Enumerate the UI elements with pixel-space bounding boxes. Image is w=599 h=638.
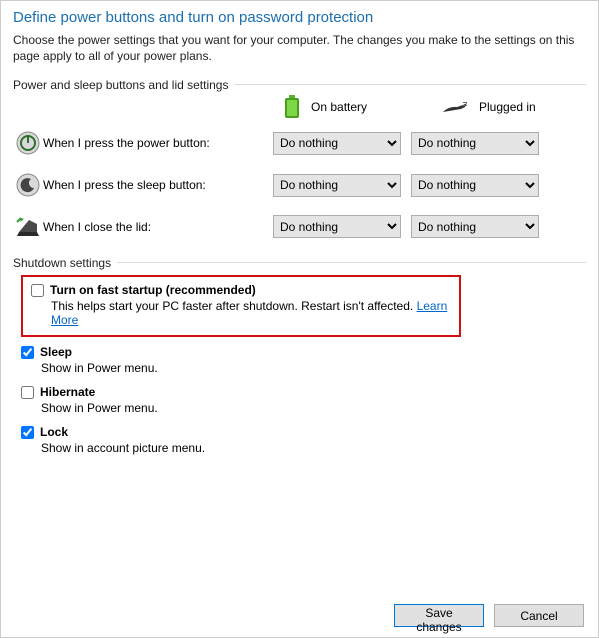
fast-startup-desc: This helps start your PC faster after sh… <box>51 299 451 327</box>
lid-label: When I close the lid: <box>43 220 273 234</box>
power-button-plugged-select[interactable]: Do nothing <box>411 132 539 155</box>
sleep-button-row: When I press the sleep button: Do nothin… <box>13 173 586 197</box>
power-button-battery-select[interactable]: Do nothing <box>273 132 401 155</box>
sleep-icon <box>13 173 43 197</box>
save-changes-button[interactable]: Save changes <box>394 604 484 627</box>
power-button-label: When I press the power button: <box>43 136 273 150</box>
section1-legend: Power and sleep buttons and lid settings <box>13 78 234 92</box>
fast-startup-highlight: Turn on fast startup (recommended) This … <box>21 275 461 337</box>
sleep-button-label: When I press the sleep button: <box>43 178 273 192</box>
sleep-desc: Show in Power menu. <box>41 361 586 375</box>
battery-icon <box>283 95 301 119</box>
laptop-lid-icon <box>13 216 43 238</box>
sleep-button-battery-select[interactable]: Do nothing <box>273 174 401 197</box>
hibernate-label: Hibernate <box>40 385 95 399</box>
column-headers: On battery Plugged in <box>13 95 586 119</box>
lock-desc: Show in account picture menu. <box>41 441 586 455</box>
fast-startup-checkbox[interactable] <box>31 284 44 297</box>
power-options-panel: Define power buttons and turn on passwor… <box>0 0 599 638</box>
page-title: Define power buttons and turn on passwor… <box>13 9 586 26</box>
section2-legend: Shutdown settings <box>13 256 117 270</box>
lid-plugged-select[interactable]: Do nothing <box>411 215 539 238</box>
sleep-item: Sleep Show in Power menu. <box>21 345 586 375</box>
plug-icon <box>441 98 469 116</box>
on-battery-header: On battery <box>311 100 367 114</box>
lid-row: When I close the lid: Do nothing Do noth… <box>13 215 586 238</box>
lid-battery-select[interactable]: Do nothing <box>273 215 401 238</box>
fast-startup-label: Turn on fast startup (recommended) <box>50 283 256 297</box>
lock-item: Lock Show in account picture menu. <box>21 425 586 455</box>
hibernate-item: Hibernate Show in Power menu. <box>21 385 586 415</box>
lock-checkbox[interactable] <box>21 426 34 439</box>
power-button-row: When I press the power button: Do nothin… <box>13 131 586 155</box>
plugged-in-header: Plugged in <box>479 100 536 114</box>
cancel-button[interactable]: Cancel <box>494 604 584 627</box>
power-sleep-lid-section: Power and sleep buttons and lid settings… <box>13 78 586 238</box>
shutdown-settings-section: Shutdown settings Turn on fast startup (… <box>13 256 586 455</box>
hibernate-desc: Show in Power menu. <box>41 401 586 415</box>
page-subtitle: Choose the power settings that you want … <box>13 32 586 64</box>
sleep-checkbox[interactable] <box>21 346 34 359</box>
sleep-button-plugged-select[interactable]: Do nothing <box>411 174 539 197</box>
sleep-label: Sleep <box>40 345 72 359</box>
footer-buttons: Save changes Cancel <box>394 604 584 627</box>
lock-label: Lock <box>40 425 68 439</box>
hibernate-checkbox[interactable] <box>21 386 34 399</box>
power-icon <box>13 131 43 155</box>
